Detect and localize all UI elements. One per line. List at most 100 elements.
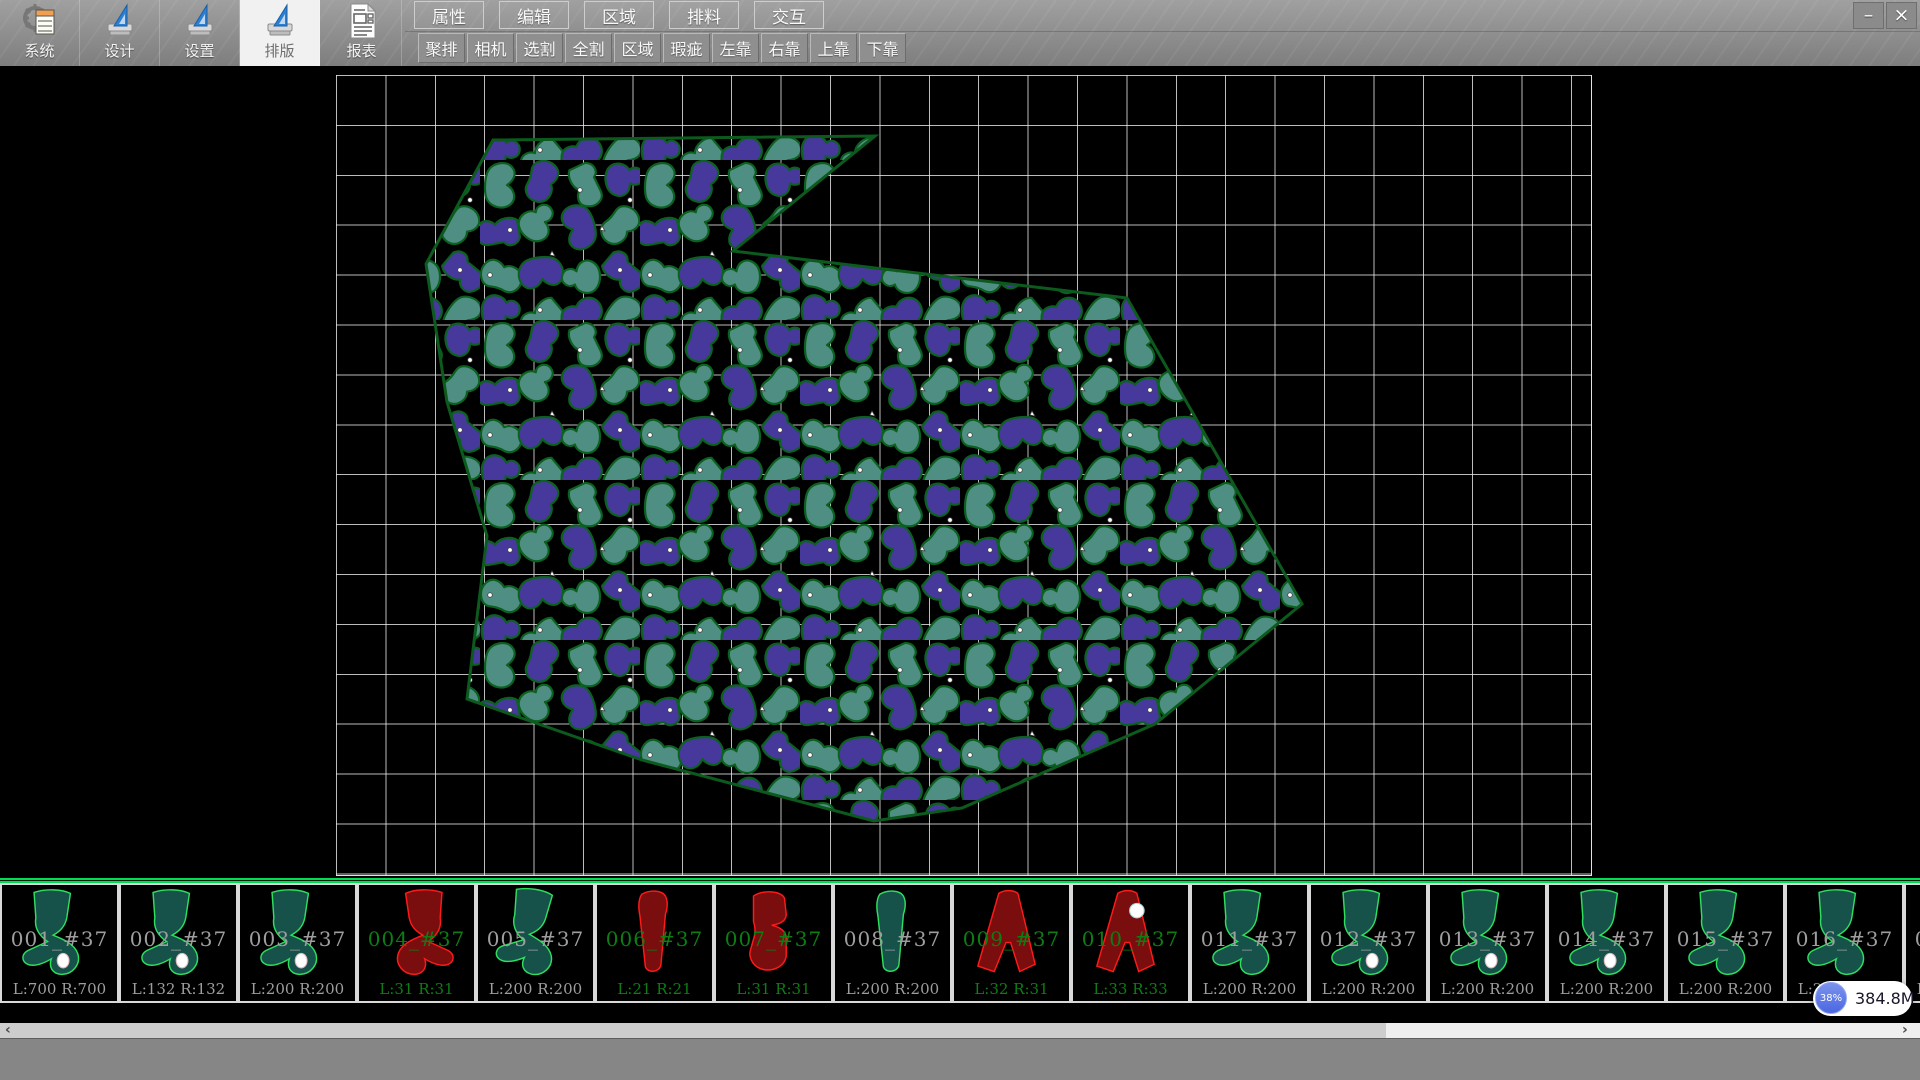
piece-lr-label: L:200 R:200 (1549, 980, 1664, 998)
scrollbar-thumb[interactable] (0, 1023, 1386, 1038)
piece-id-label: 017_#37 (1906, 927, 1920, 951)
thumb-cell-007_#37[interactable]: 007_#37 L:31 R:31 (714, 883, 833, 1003)
nesting-canvas[interactable] (0, 66, 1920, 878)
tool-system-button[interactable]: 系统 (0, 0, 80, 66)
btn-region[interactable]: 区域 (614, 33, 661, 63)
status-bar (0, 1038, 1920, 1080)
close-button[interactable]: × (1886, 2, 1917, 29)
piece-id-label: 014_#37 (1549, 927, 1664, 951)
thumb-cell-008_#37[interactable]: 008_#37 L:200 R:200 (833, 883, 952, 1003)
btn-cluster-nest[interactable]: 聚排 (418, 33, 465, 63)
piece-hole (176, 953, 188, 968)
piece-lr-label: L:31 R:31 (716, 980, 831, 998)
settings-ruler-icon (181, 2, 219, 40)
piece-lr-label: L:21 R:21 (597, 980, 712, 998)
piece-hole (1604, 953, 1616, 968)
piece-id-label: 004_#37 (359, 927, 474, 951)
piece-lr-label: L:200 R:200 (478, 980, 593, 998)
btn-cut-all[interactable]: 全割 (565, 33, 612, 63)
report-icon (343, 2, 381, 40)
btn-defect[interactable]: 瑕疵 (663, 33, 710, 63)
piece-id-label: 006_#37 (597, 927, 712, 951)
piece-lr-label: L:200 R:200 (835, 980, 950, 998)
leather-hide-layout[interactable] (0, 66, 1920, 878)
tool-report-button[interactable]: 报表 (322, 0, 402, 66)
btn-snap-top[interactable]: 上靠 (810, 33, 857, 63)
piece-id-label: 015_#37 (1668, 927, 1783, 951)
btn-select-cut[interactable]: 选割 (516, 33, 563, 63)
system-icon (21, 2, 59, 40)
ribbon-divider (405, 31, 1920, 32)
design-ruler-icon (101, 2, 139, 40)
thumb-cell-005_#37[interactable]: 005_#37 L:200 R:200 (476, 883, 595, 1003)
piece-lr-label: L:200 R:200 (1192, 980, 1307, 998)
piece-id-label: 003_#37 (240, 927, 355, 951)
memory-usage-badge: 38% 384.8M (1813, 981, 1912, 1016)
piece-lr-label: L:200 R:200 (1668, 980, 1783, 998)
nesting-ruler-icon (261, 2, 299, 40)
tool-settings-label: 设置 (184, 40, 214, 62)
tab-nesting[interactable]: 排料 (669, 1, 739, 29)
piece-id-label: 007_#37 (716, 927, 831, 951)
thumb-cell-001_#37[interactable]: 001_#37 L:700 R:700 (0, 883, 119, 1003)
thumb-cell-004_#37[interactable]: 004_#37 L:31 R:31 (357, 883, 476, 1003)
piece-id-label: 008_#37 (835, 927, 950, 951)
piece-id-label: 012_#37 (1311, 927, 1426, 951)
thumbnail-strip-row: 001_#37 L:700 R:700 002_#37 L:132 R:132 … (0, 883, 1920, 1003)
piece-hole (1485, 953, 1497, 968)
tab-properties[interactable]: 属性 (414, 1, 484, 29)
piece-hole-top (1130, 903, 1145, 918)
tool-system-label: 系统 (24, 40, 54, 62)
tool-design-label: 设计 (104, 40, 134, 62)
btn-snap-right[interactable]: 右靠 (761, 33, 808, 63)
tool-settings-button[interactable]: 设置 (160, 0, 240, 66)
piece-id-label: 002_#37 (121, 927, 236, 951)
piece-thumbnail-strip: 001_#37 L:700 R:700 002_#37 L:132 R:132 … (0, 878, 1920, 1023)
leather-hide-outline[interactable] (426, 136, 1302, 821)
piece-id-label: 005_#37 (478, 927, 593, 951)
tab-edit[interactable]: 编辑 (499, 1, 569, 29)
piece-id-label: 011_#37 (1192, 927, 1307, 951)
piece-id-label: 010_#37 (1073, 927, 1188, 951)
thumb-cell-014_#37[interactable]: 014_#37 L:200 R:200 (1547, 883, 1666, 1003)
tool-nesting-button[interactable]: 排版 (240, 0, 320, 66)
piece-lr-label: L:31 R:31 (359, 980, 474, 998)
ribbon-button-bar: 聚排 相机 选割 全割 区域 瑕疵 左靠 右靠 上靠 下靠 (418, 33, 906, 64)
piece-id-label: 009_#37 (954, 927, 1069, 951)
piece-lr-label: L:32 R:31 (954, 980, 1069, 998)
thumb-cell-002_#37[interactable]: 002_#37 L:132 R:132 (119, 883, 238, 1003)
piece-id-label: 016_#37 (1787, 927, 1902, 951)
piece-lr-label: L:700 R:700 (2, 980, 117, 998)
thumb-cell-003_#37[interactable]: 003_#37 L:200 R:200 (238, 883, 357, 1003)
thumb-cell-010_#37[interactable]: 010_#37 L:33 R:33 (1071, 883, 1190, 1003)
thumb-cell-013_#37[interactable]: 013_#37 L:200 R:200 (1428, 883, 1547, 1003)
piece-lr-label: L:200 R:200 (240, 980, 355, 998)
horizontal-scrollbar[interactable]: ‹ › (0, 1023, 1920, 1038)
btn-snap-left[interactable]: 左靠 (712, 33, 759, 63)
piece-lr-label: L:33 R:33 (1073, 980, 1188, 998)
memory-value: 384.8M (1855, 981, 1915, 1016)
scroll-right-icon[interactable]: › (1902, 1023, 1908, 1038)
piece-id-label: 001_#37 (2, 927, 117, 951)
piece-id-label: 013_#37 (1430, 927, 1545, 951)
thumb-cell-006_#37[interactable]: 006_#37 L:21 R:21 (595, 883, 714, 1003)
scroll-left-icon[interactable]: ‹ (5, 1023, 11, 1038)
menu-tab-bar: 属性 编辑 区域 排料 交互 (414, 1, 824, 31)
piece-lr-label: L:200 R:200 (1311, 980, 1426, 998)
piece-lr-label: L:132 R:132 (121, 980, 236, 998)
memory-percent-circle: 38% (1815, 982, 1847, 1014)
btn-camera[interactable]: 相机 (467, 33, 514, 63)
thumb-cell-012_#37[interactable]: 012_#37 L:200 R:200 (1309, 883, 1428, 1003)
piece-lr-label: L:200 R:200 (1430, 980, 1545, 998)
nesting-app-window: 系统 设计 设置 (0, 0, 1920, 1080)
btn-snap-bottom[interactable]: 下靠 (859, 33, 906, 63)
minimize-button[interactable]: – (1853, 2, 1884, 29)
piece-hole (1366, 953, 1378, 968)
tool-design-button[interactable]: 设计 (80, 0, 160, 66)
tab-region[interactable]: 区域 (584, 1, 654, 29)
thumb-cell-015_#37[interactable]: 015_#37 L:200 R:200 (1666, 883, 1785, 1003)
tab-interactive[interactable]: 交互 (754, 1, 824, 29)
memory-percent: 38% (1820, 993, 1842, 1004)
thumb-cell-011_#37[interactable]: 011_#37 L:200 R:200 (1190, 883, 1309, 1003)
thumb-cell-009_#37[interactable]: 009_#37 L:32 R:31 (952, 883, 1071, 1003)
